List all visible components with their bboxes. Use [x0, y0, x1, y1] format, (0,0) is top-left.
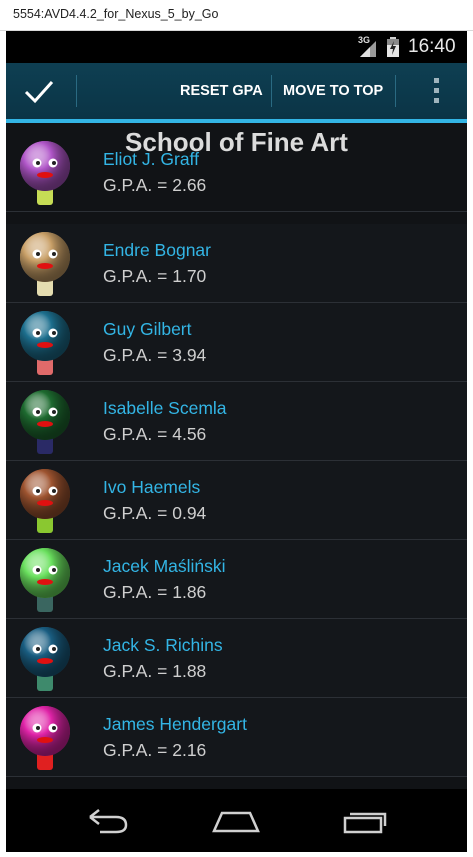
- student-name: Ivo Haemels: [103, 477, 201, 497]
- action-divider: [271, 75, 272, 107]
- student-avatar: [20, 706, 70, 770]
- student-gpa: G.P.A. = 1.70: [103, 266, 207, 286]
- checkmark-icon: [24, 80, 54, 104]
- move-to-top-button[interactable]: MOVE TO TOP: [283, 63, 383, 119]
- student-gpa: G.P.A. = 1.86: [103, 582, 207, 602]
- student-name: Isabelle Scemla: [103, 398, 227, 418]
- action-divider: [395, 75, 396, 107]
- action-divider: [76, 75, 77, 107]
- student-avatar: [20, 627, 70, 691]
- list-item[interactable]: Ivo Haemels G.P.A. = 0.94: [6, 461, 467, 540]
- window-title: 5554:AVD4.4.2_for_Nexus_5_by_Go: [13, 7, 219, 21]
- home-icon: [212, 811, 260, 833]
- student-gpa: G.P.A. = 2.16: [103, 740, 207, 760]
- student-avatar: [20, 390, 70, 454]
- list-item[interactable]: Endre Bognar G.P.A. = 1.70: [6, 224, 467, 303]
- student-gpa: G.P.A. = 1.88: [103, 661, 207, 681]
- list-item[interactable]: James Hendergart G.P.A. = 2.16: [6, 698, 467, 777]
- home-button[interactable]: [206, 801, 266, 841]
- device-screen: 3G 16:40 RESET GPA MOVE TO TOP School of…: [6, 31, 467, 852]
- emulator-title-bar: 5554:AVD4.4.2_for_Nexus_5_by_Go: [0, 0, 473, 31]
- status-bar: 3G 16:40: [6, 31, 467, 63]
- student-name: Jack S. Richins: [103, 635, 223, 655]
- battery-icon: [387, 37, 399, 57]
- navigation-bar: [6, 789, 467, 852]
- list-item[interactable]: Guy Gilbert G.P.A. = 3.94: [6, 303, 467, 382]
- student-name: Endre Bognar: [103, 240, 211, 260]
- student-gpa: G.P.A. = 2.66: [103, 175, 207, 195]
- student-name: Jacek Maśliński: [103, 556, 226, 576]
- list-item[interactable]: Jack S. Richins G.P.A. = 1.88: [6, 619, 467, 698]
- overflow-menu-icon[interactable]: [418, 63, 454, 119]
- student-avatar: [20, 141, 70, 205]
- student-avatar: [20, 311, 70, 375]
- student-avatar: [20, 469, 70, 533]
- student-gpa: G.P.A. = 0.94: [103, 503, 207, 523]
- action-bar: RESET GPA MOVE TO TOP: [6, 63, 467, 123]
- student-name: Eliot J. Graff: [103, 149, 199, 169]
- student-gpa: G.P.A. = 4.56: [103, 424, 207, 444]
- recent-apps-icon: [343, 812, 387, 834]
- list-item[interactable]: Eliot J. Graff G.P.A. = 2.66: [6, 141, 467, 212]
- signal-icon: [360, 41, 376, 57]
- student-name: Guy Gilbert: [103, 319, 192, 339]
- list-item[interactable]: Isabelle Scemla G.P.A. = 4.56: [6, 382, 467, 461]
- student-list-screen: School of Fine Art Eliot J. Graff G.P.A. …: [6, 123, 467, 789]
- student-name: James Hendergart: [103, 714, 247, 734]
- clock: 16:40: [408, 36, 456, 57]
- back-icon: [89, 809, 128, 834]
- reset-gpa-button[interactable]: RESET GPA: [180, 63, 263, 119]
- back-button[interactable]: [76, 801, 136, 841]
- student-gpa: G.P.A. = 3.94: [103, 345, 207, 365]
- list-item[interactable]: Jacek Maśliński G.P.A. = 1.86: [6, 540, 467, 619]
- recent-apps-button[interactable]: [336, 801, 396, 841]
- student-avatar: [20, 232, 70, 296]
- student-avatar: [20, 548, 70, 612]
- done-button[interactable]: [6, 63, 76, 119]
